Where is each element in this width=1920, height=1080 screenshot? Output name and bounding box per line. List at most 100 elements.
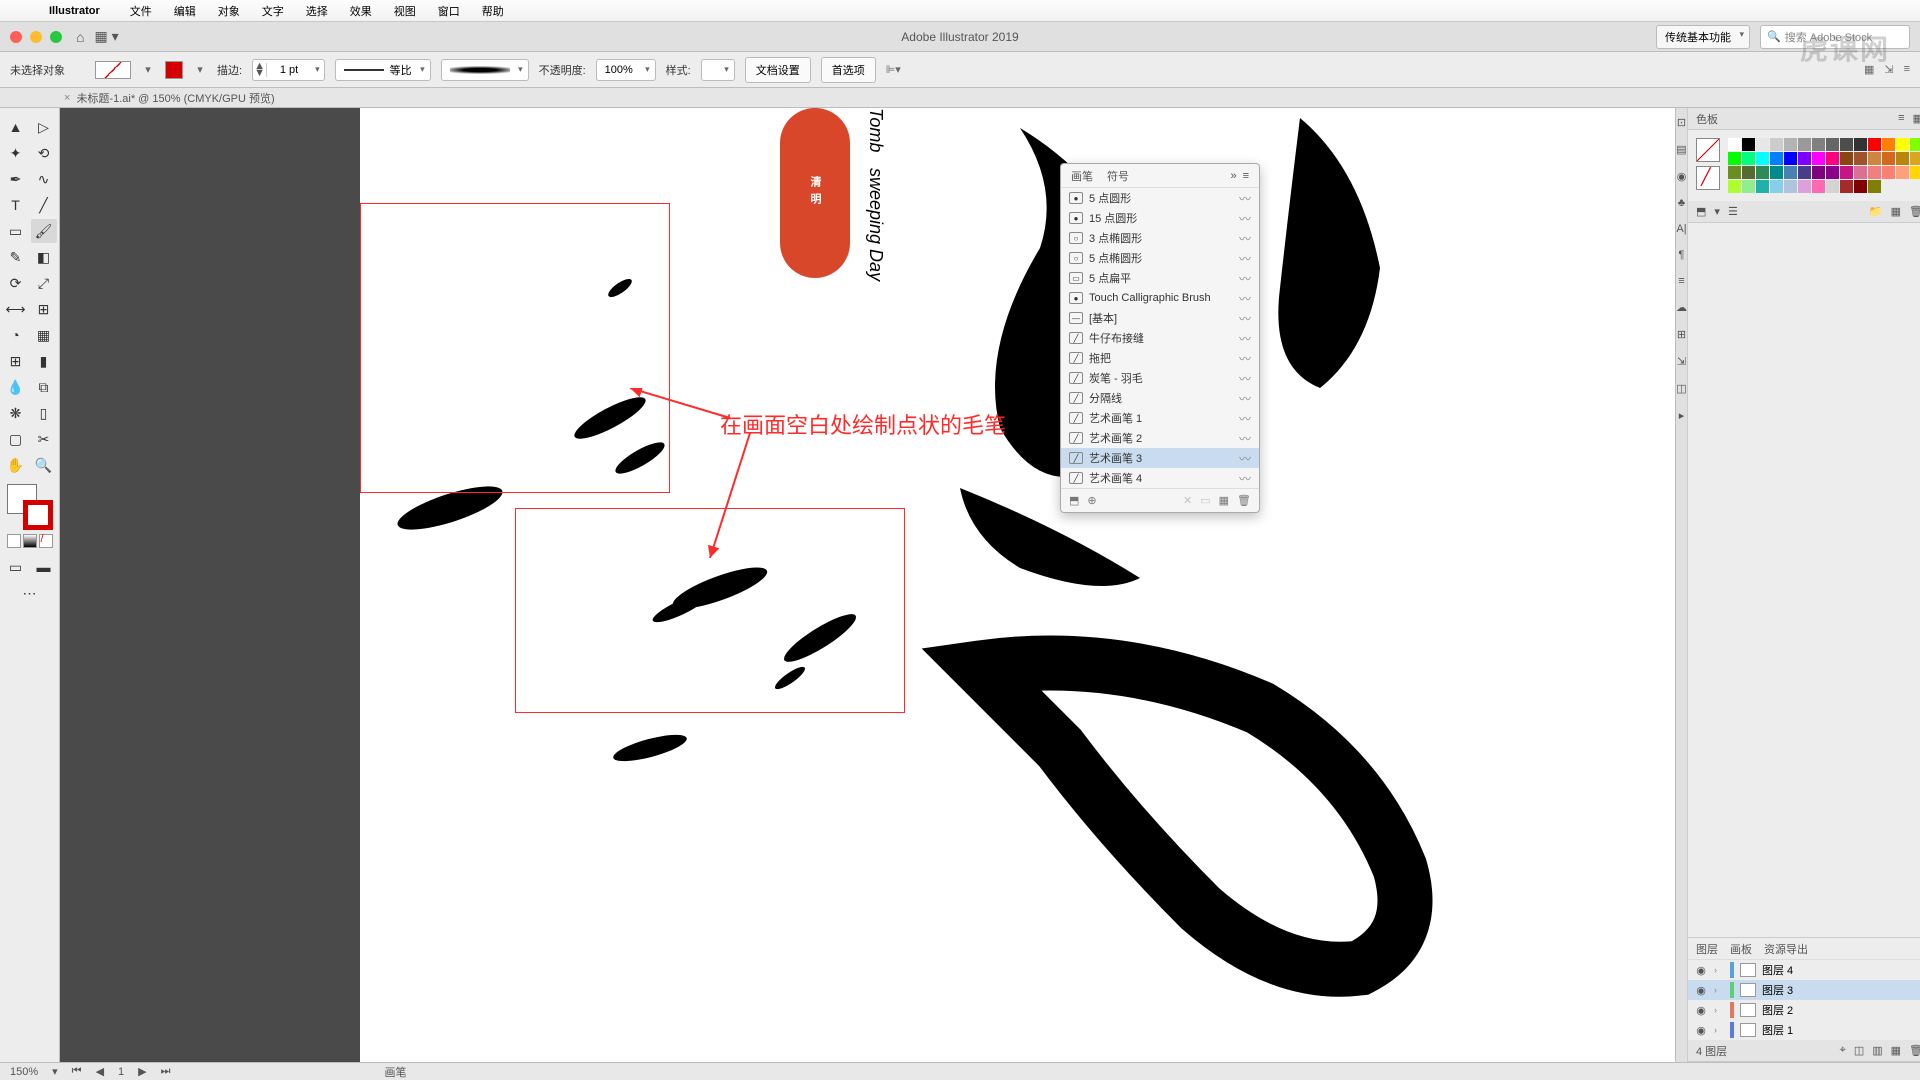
app-name[interactable]: Illustrator: [40, 3, 109, 19]
swatch[interactable]: [1784, 166, 1797, 179]
transform-panel-icon[interactable]: ⇲: [1677, 355, 1686, 368]
swatch[interactable]: [1896, 166, 1909, 179]
style-combo[interactable]: [701, 59, 735, 81]
rectangle-tool[interactable]: ▭: [3, 219, 29, 243]
library-icon[interactable]: ⬒: [1069, 494, 1079, 507]
brush-item[interactable]: ╱炭笔 - 羽毛〰: [1061, 368, 1259, 388]
stroke-weight-input[interactable]: [267, 64, 311, 76]
swatch[interactable]: [1756, 138, 1769, 151]
swatch[interactable]: [1728, 138, 1741, 151]
shape-builder-tool[interactable]: ◔: [3, 323, 29, 347]
visibility-icon[interactable]: ◉: [1694, 1024, 1708, 1037]
color-mode-buttons[interactable]: /: [7, 534, 53, 548]
brush-item[interactable]: ╱艺术画笔 4〰: [1061, 468, 1259, 488]
panel-menu-icon[interactable]: ≡: [1243, 170, 1249, 182]
delete-brush-icon[interactable]: 🗑: [1237, 494, 1251, 507]
type-tool[interactable]: T: [3, 193, 29, 217]
layer-row[interactable]: ◉›图层 1○: [1688, 1020, 1920, 1040]
swatch[interactable]: [1812, 180, 1825, 193]
properties-icon[interactable]: ⊡: [1677, 116, 1686, 129]
swatch[interactable]: [1826, 152, 1839, 165]
preferences-button[interactable]: 首选项: [821, 57, 876, 83]
stroke-color-swatch[interactable]: [165, 61, 183, 79]
swatch[interactable]: [1826, 166, 1839, 179]
scale-tool[interactable]: ⤢: [31, 271, 57, 295]
swatch[interactable]: [1868, 138, 1881, 151]
swatch[interactable]: [1756, 152, 1769, 165]
brush-item[interactable]: ●15 点圆形〰: [1061, 208, 1259, 228]
slice-tool[interactable]: ✂: [31, 427, 57, 451]
swatch[interactable]: [1868, 180, 1881, 193]
libraries-icon[interactable]: ▤: [1676, 143, 1686, 156]
swatch[interactable]: [1840, 152, 1853, 165]
panel-menu-icon[interactable]: ≡: [1904, 63, 1910, 76]
visibility-icon[interactable]: ◉: [1694, 964, 1708, 977]
screen-mode-full[interactable]: ▬: [31, 555, 57, 579]
pen-tool[interactable]: ✒: [3, 167, 29, 191]
swatch[interactable]: [1742, 166, 1755, 179]
align-panel-icon[interactable]: ⊞: [1677, 328, 1686, 341]
artboard-number[interactable]: 1: [118, 1066, 124, 1078]
asset-export-tab[interactable]: 资源导出: [1764, 941, 1808, 957]
swatch[interactable]: [1896, 152, 1909, 165]
swatch[interactable]: [1798, 166, 1811, 179]
artboards-tab[interactable]: 画板: [1730, 941, 1752, 957]
nav-first-icon[interactable]: ⏮: [72, 1065, 82, 1078]
none-swatch[interactable]: ╱: [1696, 166, 1720, 190]
gradient-tool[interactable]: ▮: [31, 349, 57, 373]
swatch[interactable]: [1742, 152, 1755, 165]
expand-icon[interactable]: ›: [1714, 965, 1724, 975]
fill-stroke-swatch[interactable]: [95, 61, 131, 79]
swatch[interactable]: [1826, 180, 1839, 193]
menu-window[interactable]: 窗口: [429, 1, 469, 21]
brush-item[interactable]: —[基本]〰: [1061, 308, 1259, 328]
direct-selection-tool[interactable]: ▷: [31, 115, 57, 139]
swatch[interactable]: [1826, 138, 1839, 151]
swatch[interactable]: [1784, 152, 1797, 165]
brush-item[interactable]: ▭5 点扁平〰: [1061, 268, 1259, 288]
menu-type[interactable]: 文字: [253, 1, 293, 21]
brush-item[interactable]: ●5 点圆形〰: [1061, 188, 1259, 208]
swatch[interactable]: [1854, 180, 1867, 193]
menu-select[interactable]: 选择: [297, 1, 337, 21]
libraries-menu-icon[interactable]: ⊕: [1087, 494, 1096, 507]
arrange-docs-icon[interactable]: ▦ ▾: [94, 28, 118, 45]
swatch[interactable]: [1742, 138, 1755, 151]
swatch-kind-icon[interactable]: ▾: [1714, 205, 1720, 218]
new-layer-icon[interactable]: ▦: [1891, 1044, 1901, 1057]
current-swatch[interactable]: [1696, 138, 1720, 162]
swatch[interactable]: [1840, 180, 1853, 193]
swatch[interactable]: [1910, 152, 1920, 165]
color-guide-icon[interactable]: ♣: [1678, 197, 1685, 209]
workspace-selector[interactable]: 传统基本功能: [1656, 25, 1750, 49]
brush-item[interactable]: ○3 点椭圆形〰: [1061, 228, 1259, 248]
swatch[interactable]: [1742, 180, 1755, 193]
brush-item[interactable]: ╱艺术画笔 3〰: [1061, 448, 1259, 468]
rotate-tool[interactable]: ⟳: [3, 271, 29, 295]
swatch[interactable]: [1756, 166, 1769, 179]
width-tool[interactable]: ⟷: [3, 297, 29, 321]
apple-logo-icon[interactable]: [12, 9, 30, 13]
swatch[interactable]: [1896, 138, 1909, 151]
brush-item[interactable]: ╱艺术画笔 1〰: [1061, 408, 1259, 428]
mesh-tool[interactable]: ⊞: [3, 349, 29, 373]
hand-tool[interactable]: ✋: [3, 453, 29, 477]
new-sublayer-icon[interactable]: ▥: [1872, 1044, 1882, 1057]
zoom-tool[interactable]: 🔍: [31, 453, 57, 477]
swatch[interactable]: [1798, 138, 1811, 151]
swatch[interactable]: [1854, 138, 1867, 151]
layers-tab[interactable]: 图层: [1696, 941, 1718, 957]
swatch[interactable]: [1882, 166, 1895, 179]
swatch[interactable]: [1728, 166, 1741, 179]
fullscreen-window-icon[interactable]: [50, 31, 62, 43]
eyedropper-tool[interactable]: 💧: [3, 375, 29, 399]
layer-row[interactable]: ◉›图层 4○: [1688, 960, 1920, 980]
locate-icon[interactable]: ⌖: [1840, 1044, 1846, 1057]
brush-item[interactable]: ╱分隔线〰: [1061, 388, 1259, 408]
brush-def-combo[interactable]: [441, 59, 529, 81]
cloud-icon[interactable]: ☁: [1676, 301, 1687, 314]
free-transform-tool[interactable]: ⊞: [31, 297, 57, 321]
brush-item[interactable]: ╱拖把〰: [1061, 348, 1259, 368]
swatch[interactable]: [1770, 152, 1783, 165]
swatch[interactable]: [1784, 180, 1797, 193]
